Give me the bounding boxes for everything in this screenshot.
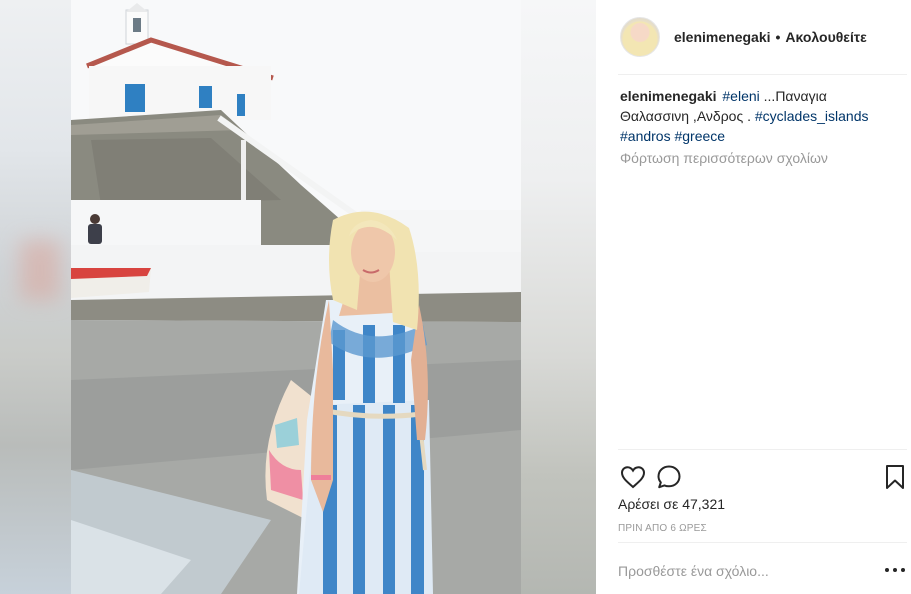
post-header-text: elenimenegaki • Ακολουθείτε (674, 29, 867, 45)
post-header: elenimenegaki • Ακολουθείτε (596, 0, 911, 74)
post-details-panel: elenimenegaki • Ακολουθείτε elenimenegak… (596, 0, 911, 594)
heart-icon (620, 466, 646, 489)
post-actions (618, 462, 908, 492)
blurred-photo-edge-left (0, 0, 71, 594)
post-photo[interactable] (71, 0, 521, 594)
hashtag-greece[interactable]: #greece (674, 128, 725, 144)
comment-bubble-icon (657, 465, 681, 489)
likes-count: 47,321 (682, 496, 726, 512)
post-media (0, 0, 596, 594)
following-button[interactable]: Ακολουθείτε (785, 29, 866, 45)
avatar[interactable] (620, 17, 660, 57)
blurred-photo-edge-right (521, 0, 596, 594)
comment-divider (618, 542, 907, 543)
photo-scene (71, 0, 521, 594)
bookmark-icon (886, 465, 904, 489)
caption-username-link[interactable]: elenimenegaki (620, 88, 717, 104)
likes-summary[interactable]: Αρέσει σε 47,321 (618, 496, 725, 512)
post-timestamp[interactable]: ΠΡΙΝ ΑΠΟ 6 ΩΡΕΣ (618, 523, 707, 534)
load-more-comments-link[interactable]: Φόρτωση περισσότερων σχολίων (620, 150, 828, 166)
hashtag-eleni[interactable]: #eleni (722, 88, 759, 104)
post-caption: elenimenegaki #eleni ...Παναγια Θαλασσιν… (620, 86, 890, 146)
likes-label: Αρέσει σε (618, 496, 679, 512)
add-comment-input[interactable] (618, 560, 858, 582)
more-options-button[interactable] (885, 562, 905, 578)
save-button[interactable] (880, 462, 910, 492)
username-link[interactable]: elenimenegaki (674, 29, 771, 45)
hashtag-cyclades-islands[interactable]: #cyclades_islands (755, 108, 869, 124)
separator-dot: • (775, 29, 781, 45)
more-options-icon (893, 568, 897, 572)
more-options-icon (885, 568, 889, 572)
actions-divider (618, 449, 907, 450)
header-divider (618, 74, 907, 75)
more-options-icon (901, 568, 905, 572)
comment-button[interactable] (654, 462, 684, 492)
like-button[interactable] (618, 462, 648, 492)
hashtag-andros[interactable]: #andros (620, 128, 671, 144)
